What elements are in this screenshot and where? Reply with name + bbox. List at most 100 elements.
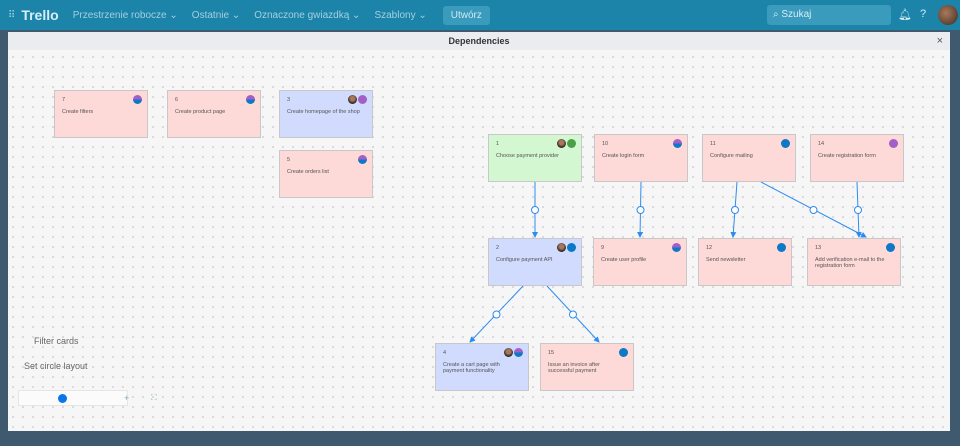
card-title: Create a cart page with payment function… xyxy=(443,362,500,374)
card-title: Create login form xyxy=(602,153,645,159)
edge-handle[interactable] xyxy=(809,206,818,214)
card-members xyxy=(133,95,142,104)
member-avatar xyxy=(889,139,898,148)
card-title: Create homepage of the shop xyxy=(287,109,360,115)
member-avatar xyxy=(557,139,566,148)
card-members xyxy=(777,243,786,252)
card-number: 13 xyxy=(815,245,822,251)
zoom-slider-handle[interactable] xyxy=(58,394,67,403)
edge-handle[interactable] xyxy=(531,206,539,214)
create-button[interactable]: Utwórz xyxy=(442,5,490,25)
apps-grid-icon[interactable]: ⠿ xyxy=(8,10,15,21)
filter-cards-button[interactable]: Filter cards xyxy=(34,336,79,346)
card-members xyxy=(504,348,523,357)
card[interactable]: 12 Send newsletter xyxy=(698,238,792,286)
fit-view-button[interactable]: ⛶ xyxy=(151,393,157,403)
card-title: Add verification e-mail to the registrat… xyxy=(815,257,885,269)
zoom-slider[interactable] xyxy=(18,390,128,406)
card[interactable]: 4 Create a cart page with payment functio… xyxy=(435,343,529,391)
member-avatar xyxy=(504,348,513,357)
zoom-in-button[interactable]: + xyxy=(124,393,129,403)
edge-handle[interactable] xyxy=(854,206,862,214)
nav-label: Oznaczone gwiazdką xyxy=(254,9,350,21)
card[interactable]: 14 Create registration form xyxy=(810,134,904,182)
card[interactable]: 11 Configure mailing xyxy=(702,134,796,182)
edge-handle[interactable] xyxy=(492,310,501,319)
card-number: 12 xyxy=(706,245,713,251)
member-avatar xyxy=(567,243,576,252)
help-icon[interactable]: ? xyxy=(920,8,926,20)
card-number: 9 xyxy=(601,245,605,251)
card-members xyxy=(781,139,790,148)
member-avatar xyxy=(514,348,523,357)
card[interactable]: 1 Choose payment provider xyxy=(488,134,582,182)
card-members xyxy=(358,155,367,164)
card-number: 6 xyxy=(175,97,179,103)
edge-handle[interactable] xyxy=(569,310,577,319)
card-number: 11 xyxy=(710,141,716,147)
member-avatar xyxy=(619,348,628,357)
nav-label: Szablony xyxy=(374,9,416,21)
nav-label: Przestrzenie robocze xyxy=(72,9,167,21)
card[interactable]: 9 Create user profile xyxy=(593,238,687,286)
card-number: 7 xyxy=(62,97,66,103)
card-members xyxy=(348,95,367,104)
card-number: 15 xyxy=(548,350,555,356)
nav-recent[interactable]: Ostatnie ⌄ xyxy=(192,10,240,21)
card-members xyxy=(557,139,576,148)
search-placeholder: Szukaj xyxy=(781,9,812,20)
card-members xyxy=(886,243,895,252)
edge-handle[interactable] xyxy=(636,206,645,214)
card[interactable]: 5 Create orders list xyxy=(279,150,373,198)
card-title: Create registration form xyxy=(818,153,876,159)
card-title: Configure payment API xyxy=(496,257,553,263)
card-members xyxy=(889,139,898,148)
card-members xyxy=(619,348,628,357)
card-members xyxy=(557,243,576,252)
member-avatar xyxy=(567,139,576,148)
nav-starred[interactable]: Oznaczone gwiazdką ⌄ xyxy=(254,10,360,21)
card-title: Create filters xyxy=(62,109,94,115)
card-number: 5 xyxy=(287,157,291,163)
nav-workspaces[interactable]: Przestrzenie robocze ⌄ xyxy=(73,10,178,21)
card-title: Choose payment provider xyxy=(496,153,559,159)
card[interactable]: 3 Create homepage of the shop xyxy=(279,90,373,138)
card[interactable]: 6 Create product page xyxy=(167,90,261,138)
card-title: Configure mailing xyxy=(710,153,753,159)
avatar[interactable] xyxy=(938,5,958,25)
nav-templates[interactable]: Szablony ⌄ xyxy=(374,10,426,21)
card-members xyxy=(672,243,681,252)
card-title: Send newsletter xyxy=(706,257,746,263)
card[interactable]: 13 Add verification e-mail to the registr… xyxy=(807,238,901,286)
card-members xyxy=(246,95,255,104)
card-number: 10 xyxy=(602,141,609,147)
search-icon: ⌕ xyxy=(773,9,779,20)
card[interactable]: 10 Create login form xyxy=(594,134,688,182)
member-avatar xyxy=(348,95,357,104)
member-avatar xyxy=(358,95,367,104)
nav-label: Ostatnie xyxy=(191,9,230,21)
card[interactable]: 2 Configure payment API xyxy=(488,238,582,286)
member-avatar xyxy=(673,139,682,148)
member-avatar xyxy=(777,243,786,252)
trello-logo[interactable]: Trello xyxy=(21,7,58,23)
member-avatar xyxy=(781,139,790,148)
card-title: Issue an invoice after successful paymen… xyxy=(548,362,600,374)
circle-layout-button[interactable]: Set circle layout xyxy=(24,361,88,371)
card-title: Create user profile xyxy=(601,257,647,263)
notification-icon[interactable]: 🔔︎ xyxy=(898,8,912,21)
card[interactable]: 7 Create filters xyxy=(54,90,148,138)
member-avatar xyxy=(246,95,255,104)
card-title: Create orders list xyxy=(287,169,329,175)
dependencies-modal: Dependencies × 7 Create filters 6 Create pr… xyxy=(8,32,950,431)
card-members xyxy=(673,139,682,148)
member-avatar xyxy=(557,243,566,252)
edge-handle[interactable] xyxy=(731,206,739,214)
member-avatar xyxy=(886,243,895,252)
card-number: 14 xyxy=(818,141,825,147)
card[interactable]: 15 Issue an invoice after successful paym… xyxy=(540,343,634,391)
search-input[interactable]: ⌕ Szukaj xyxy=(767,5,891,25)
member-avatar xyxy=(672,243,681,252)
member-avatar xyxy=(133,95,142,104)
card-title: Create product page xyxy=(175,109,226,115)
